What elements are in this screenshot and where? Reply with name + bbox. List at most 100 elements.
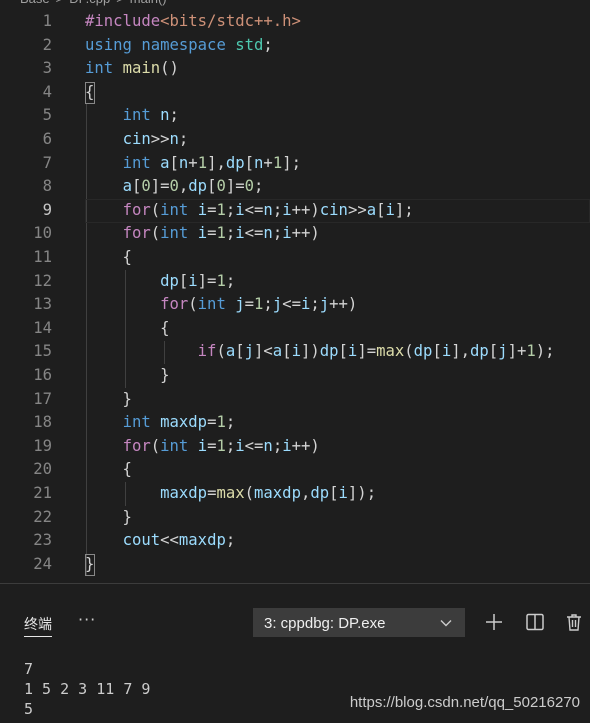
code-line[interactable]: 9 for(int i=1;i<=n;i++)cin>>a[i]; [0,199,590,223]
code-text: dp[i]=1; [85,270,235,294]
terminal-select-value: 3: cppdbg: DP.exe [264,615,386,632]
code-line[interactable]: 4{ [0,81,590,105]
code-token: a [366,200,377,219]
code-token: dp [310,484,330,502]
line-number: 24 [33,554,52,573]
code-token: <= [244,436,264,455]
code-token: dp [470,342,489,361]
code-text: } [85,553,94,577]
code-token: for [122,224,151,243]
code-token: , [178,177,189,196]
line-number: 18 [33,413,52,432]
code-line[interactable]: 12 dp[i]=1; [0,270,590,294]
split-terminal-icon[interactable] [525,612,545,632]
code-token: n [263,200,273,219]
add-terminal-icon[interactable] [484,612,504,632]
code-token: i [441,342,452,361]
code-text: for(int i=1;i<=n;i++) [85,222,320,246]
code-token: [ [376,200,386,219]
code-token: = [244,295,255,314]
breadcrumb-item[interactable]: Base [20,0,50,6]
terminal-select[interactable]: 3: cppdbg: DP.exe [253,608,465,637]
code-line[interactable]: 18 int maxdp=1; [0,411,590,435]
code-token: <= [244,224,264,243]
code-token: { [85,460,132,479]
code-line[interactable]: 21 maxdp=max(maxdp,dp[i]); [0,482,590,506]
code-line[interactable]: 14 { [0,317,590,341]
code-token: maxdp [160,484,208,502]
breadcrumb-item[interactable]: DP.cpp [69,0,110,6]
code-line[interactable]: 2 using namespace std; [0,34,590,58]
code-token: ); [535,342,555,361]
code-token: cin [122,130,151,148]
code-line[interactable]: 24} [0,553,590,577]
code-token: #include [85,12,161,30]
code-line[interactable]: 16 } [0,364,590,388]
code-token: } [85,389,132,408]
code-token: << [160,531,179,550]
code-token: j [272,295,283,314]
code-line[interactable]: 1 #include<bits/stdc++.h> [0,10,590,34]
line-number: 7 [42,153,52,172]
code-token: 0 [216,177,226,196]
code-line[interactable]: 23 cout<<maxdp; [0,529,590,553]
code-token: ]= [150,177,170,196]
code-token: max [216,484,245,502]
code-token: max [376,342,405,361]
code-token: n [169,130,179,148]
more-actions-icon[interactable]: ··· [78,610,96,629]
code-token: ], [451,342,470,361]
code-line[interactable]: 13 for(int j=1;j<=i;j++) [0,293,590,317]
code-line[interactable]: 3 int main() [0,57,590,81]
code-line[interactable]: 15 if(a[j]<a[i])dp[i]=max(dp[i],dp[j]+1)… [0,340,590,364]
line-number: 13 [33,295,52,314]
code-line[interactable]: 19 for(int i=1;i<=n;i++) [0,435,590,459]
code-token: , [300,484,311,502]
trash-icon[interactable] [564,612,584,632]
terminal-output-line: 5 [24,700,34,718]
code-token: { [85,82,95,101]
code-token: ]+ [507,342,527,361]
code-line[interactable]: 7 int a[n+1],dp[n+1]; [0,152,590,176]
code-token: n [178,153,189,172]
code-line[interactable]: 22 } [0,506,590,530]
code-text: { [85,81,94,105]
code-text: { [85,317,170,341]
code-token: { [85,318,170,337]
code-text: cout<<maxdp; [85,529,236,553]
code-token: [ [244,153,255,172]
breadcrumb-item[interactable]: main() [130,0,167,6]
code-token: ; [272,200,283,219]
code-token: [ [488,342,499,361]
code-editor[interactable]: 1 #include<bits/stdc++.h> 2 using namespace… [0,10,590,582]
code-token: namespace [141,35,236,54]
code-line[interactable]: 17 } [0,388,590,412]
code-line[interactable]: 5 int n; [0,104,590,128]
code-token: int [160,224,198,243]
code-token: 1 [197,153,208,172]
code-token: ]= [225,177,245,196]
code-token: } [85,366,170,384]
code-token: i [197,200,208,219]
code-line[interactable]: 10 for(int i=1;i<=n;i++) [0,222,590,246]
code-text: { [85,458,132,482]
code-line[interactable]: 6 cin>>n; [0,128,590,152]
code-token: 0 [169,177,179,196]
code-token: i [197,436,208,455]
code-token: main [122,59,161,78]
code-line[interactable]: 8 a[0]=0,dp[0]=0; [0,175,590,199]
line-number: 2 [42,35,52,54]
tab-terminal[interactable]: 终端 [24,614,52,634]
code-line[interactable]: 20 { [0,458,590,482]
code-line[interactable]: 11 { [0,246,590,270]
code-text: } [85,506,132,530]
line-number: 8 [42,177,52,196]
code-token: ; [225,531,236,550]
